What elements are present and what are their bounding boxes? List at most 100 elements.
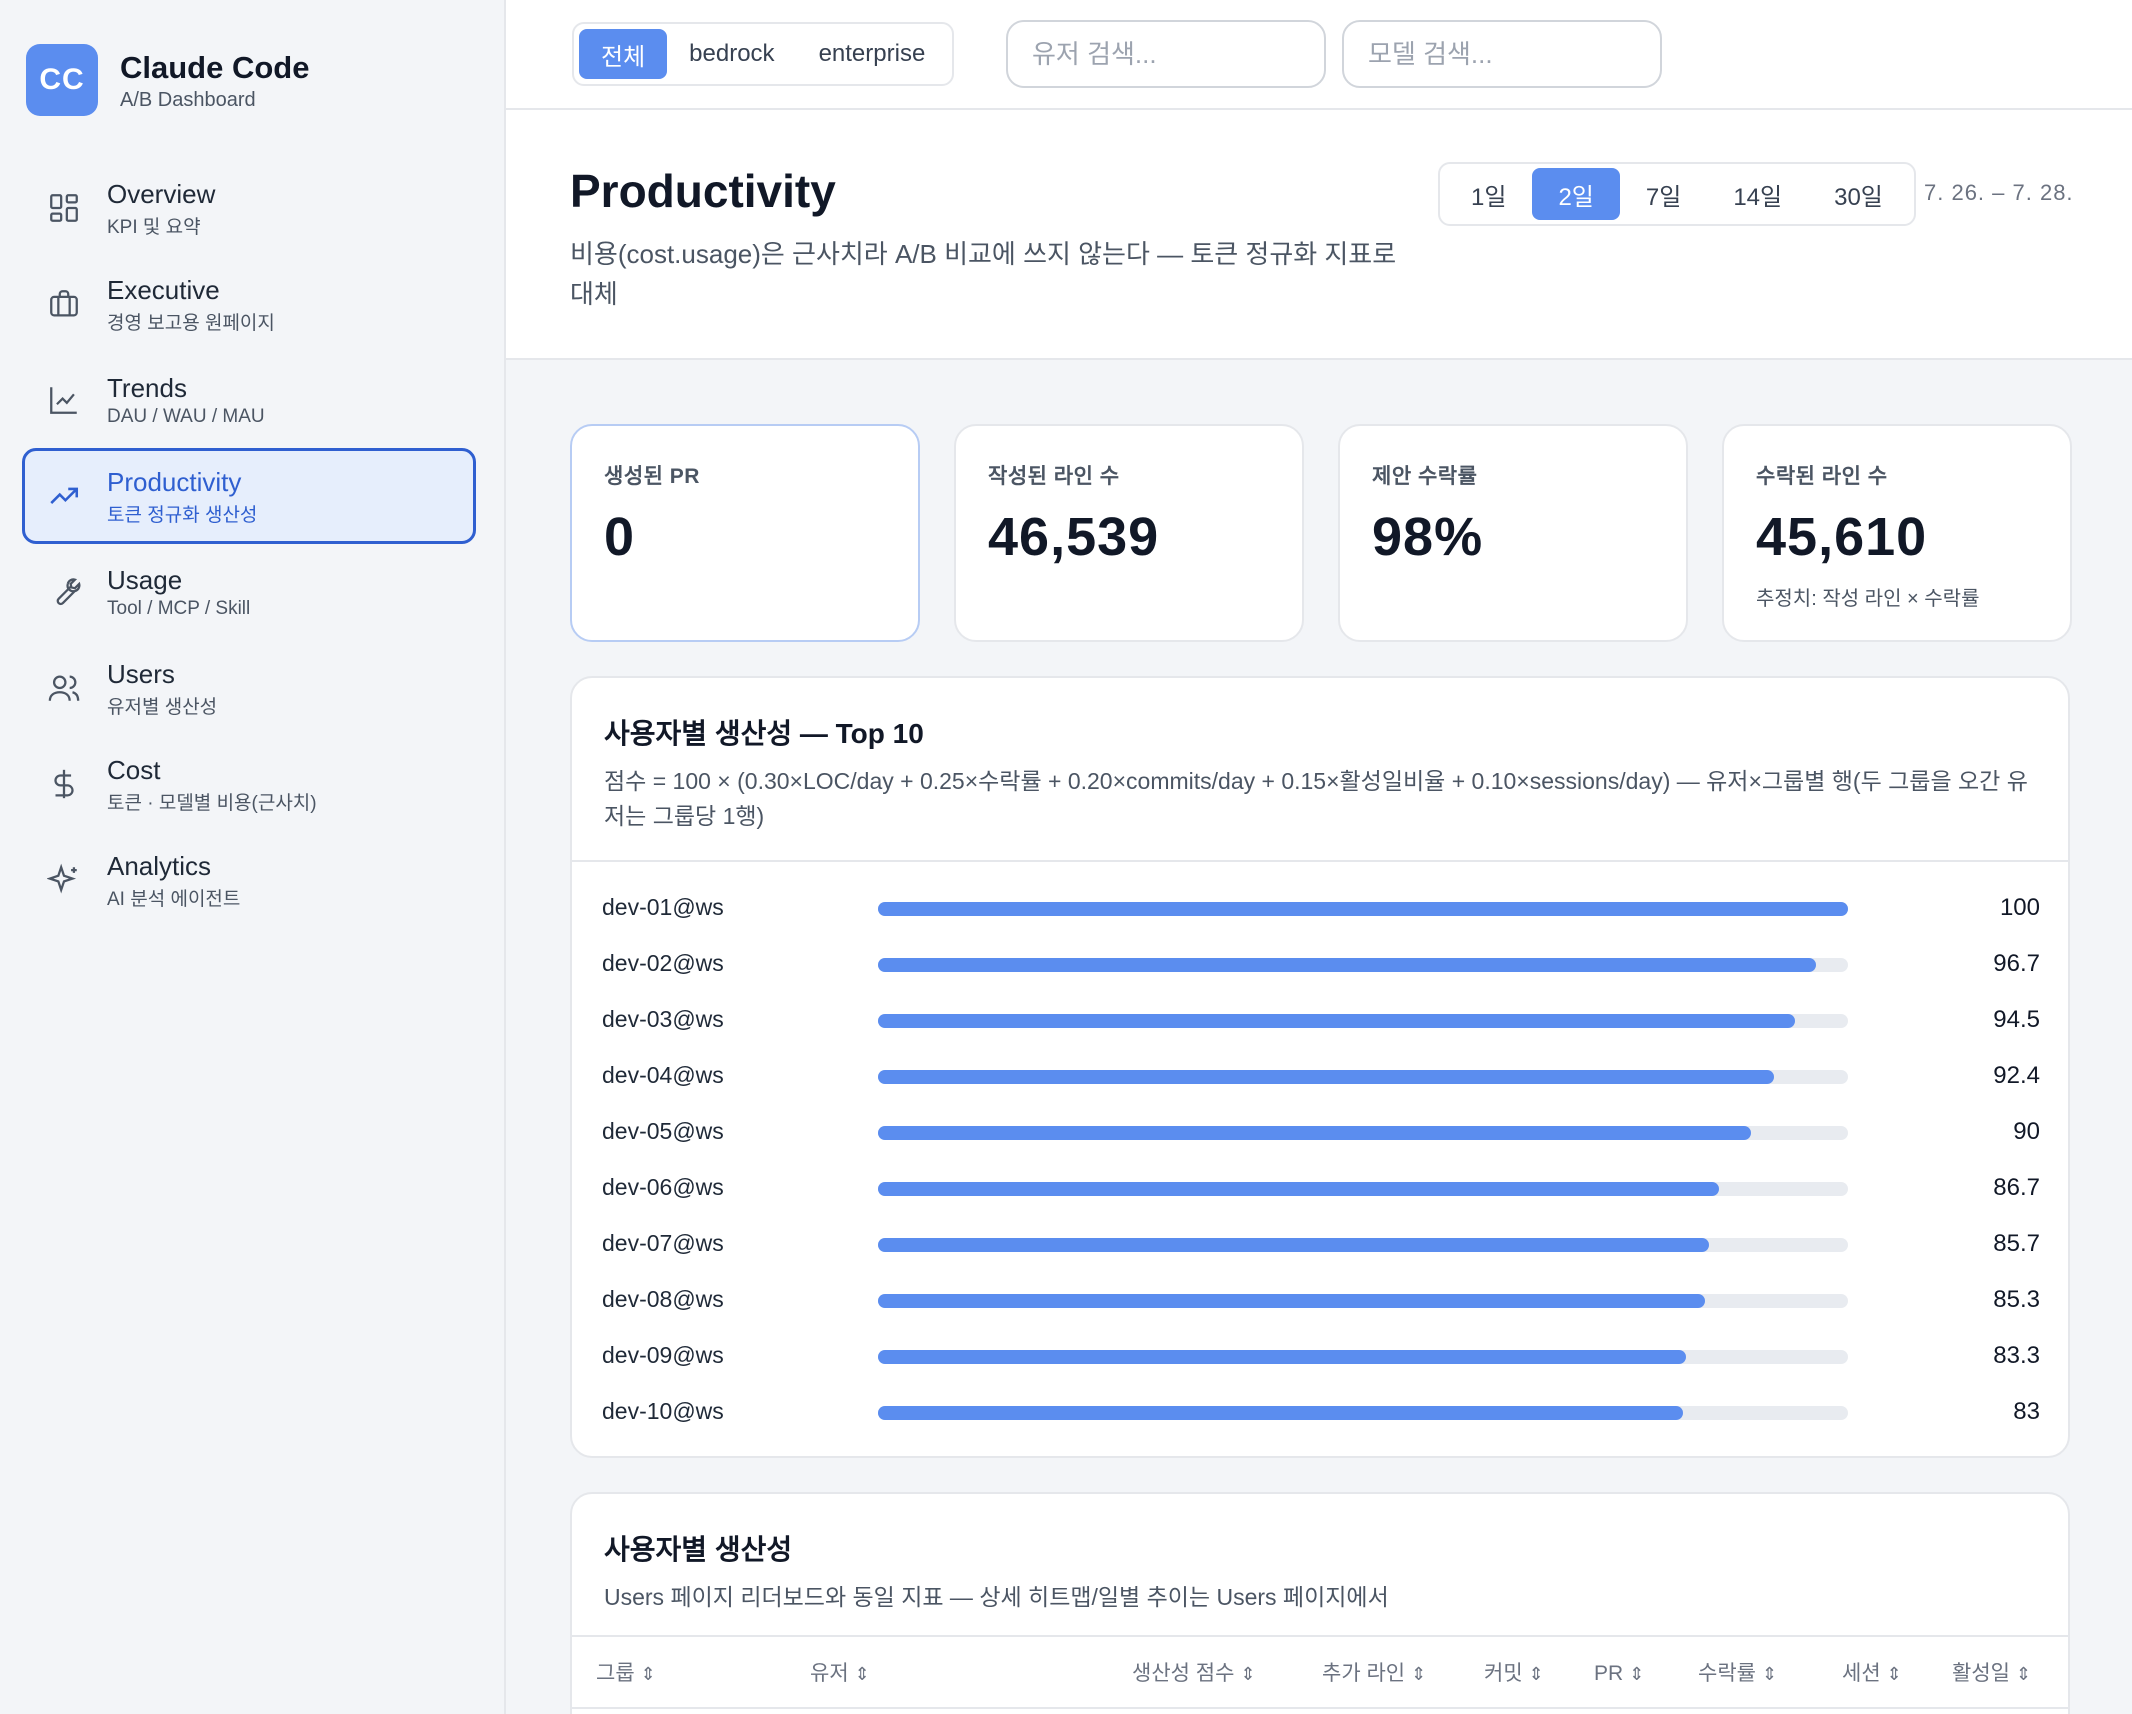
top10-user: dev-01@ws bbox=[602, 894, 724, 920]
range-7d[interactable]: 7일 bbox=[1620, 168, 1707, 220]
grid-icon bbox=[50, 194, 78, 222]
sort-icon: ⇕ bbox=[2015, 1664, 2032, 1684]
sidebar-item-analytics[interactable]: Analytics AI 분석 에이전트 bbox=[22, 832, 476, 928]
sidebar-item-desc: DAU / WAU / MAU bbox=[107, 406, 265, 427]
sidebar-item-cost[interactable]: Cost 토큰 · 모델별 비용(근사치) bbox=[22, 736, 476, 832]
date-range-selector: 1일 2일 7일 14일 30일 bbox=[1438, 162, 1916, 226]
column-header-label: 생산성 점수 bbox=[1132, 1662, 1235, 1685]
sidebar-item-desc: 경영 보고용 원페이지 bbox=[107, 312, 275, 334]
sidebar-item-label: Users bbox=[107, 658, 175, 689]
group-filter-enterprise[interactable]: enterprise bbox=[797, 29, 948, 79]
column-header-label: PR bbox=[1594, 1662, 1624, 1685]
top10-score: 90 bbox=[2013, 1118, 2040, 1145]
top10-score: 92.4 bbox=[1993, 1062, 2040, 1089]
sidebar-item-label: Executive bbox=[107, 274, 220, 305]
top10-user: dev-03@ws bbox=[602, 1006, 724, 1032]
table-title: 사용자별 생산성 bbox=[604, 1534, 793, 1565]
sidebar-item-usage[interactable]: Usage Tool / MCP / Skill bbox=[22, 544, 476, 640]
range-14d[interactable]: 14일 bbox=[1707, 168, 1808, 220]
top10-row: dev-02@ws 96.7 bbox=[572, 936, 2068, 992]
sidebar-item-label: Analytics bbox=[107, 850, 212, 881]
sidebar-item-productivity[interactable]: Productivity 토큰 정규화 생산성 bbox=[22, 448, 476, 544]
top10-score: 96.7 bbox=[1993, 950, 2040, 977]
column-header[interactable]: 활성일 ⇕ bbox=[1952, 1637, 2031, 1711]
top10-bar bbox=[878, 1406, 1684, 1420]
sort-icon: ⇕ bbox=[1240, 1664, 1256, 1684]
column-header[interactable]: PR ⇕ bbox=[1594, 1637, 1644, 1711]
range-2d[interactable]: 2일 bbox=[1532, 168, 1620, 220]
sidebar-nav: Overview KPI 및 요약 Executive 경영 보고용 원페이지 Tr… bbox=[22, 160, 476, 928]
briefcase-icon bbox=[50, 290, 78, 317]
page-description: 비용(cost.usage)은 근사치라 A/B 비교에 쓰지 않는다 — 토큰… bbox=[570, 239, 1397, 309]
kpi-card-lines-written[interactable]: 작성된 라인 수 46,539 bbox=[954, 424, 1304, 642]
column-header-label: 추가 라인 bbox=[1322, 1662, 1406, 1685]
page-header: Productivity 비용(cost.usage)은 근사치라 A/B 비교… bbox=[506, 110, 2132, 360]
top10-bar bbox=[878, 1182, 1719, 1196]
top10-bar-track bbox=[878, 902, 1848, 916]
sort-icon: ⇕ bbox=[854, 1664, 870, 1684]
kpi-card-prs[interactable]: 생성된 PR 0 bbox=[570, 424, 920, 642]
top10-title: 사용자별 생산성 — Top 10 bbox=[604, 718, 924, 749]
kpi-label: 생성된 PR bbox=[604, 465, 700, 488]
sidebar-item-desc: 토큰 정규화 생산성 bbox=[107, 504, 258, 526]
top10-description: 점수 = 100 × (0.30×LOC/day + 0.25×수락률 + 0.… bbox=[604, 768, 2028, 829]
range-30d[interactable]: 30일 bbox=[1808, 168, 1909, 220]
model-search-input[interactable] bbox=[1342, 20, 1662, 88]
column-header-label: 세션 bbox=[1842, 1662, 1881, 1685]
kpi-value: 0 bbox=[604, 507, 636, 567]
brand-logo: CC bbox=[26, 44, 98, 116]
top10-bar bbox=[878, 902, 1848, 916]
filter-bar: 전체 bedrock enterprise bbox=[506, 0, 2132, 110]
sidebar-item-users[interactable]: Users 유저별 생산성 bbox=[22, 640, 476, 736]
top10-user: dev-10@ws bbox=[602, 1398, 724, 1424]
column-header[interactable]: 그룹 ⇕ bbox=[596, 1637, 656, 1711]
kpi-card-lines-accepted[interactable]: 수락된 라인 수 45,610 추정치: 작성 라인 × 수락률 bbox=[1722, 424, 2072, 642]
kpi-value: 45,610 bbox=[1756, 507, 1928, 567]
kpi-value: 46,539 bbox=[988, 507, 1160, 567]
sidebar-item-label: Overview bbox=[107, 178, 216, 209]
group-filter-all[interactable]: 전체 bbox=[579, 29, 668, 79]
column-header-label: 커밋 bbox=[1484, 1662, 1523, 1685]
top10-row: dev-09@ws 83.3 bbox=[572, 1328, 2068, 1384]
sidebar-item-desc: AI 분석 에이전트 bbox=[107, 888, 241, 910]
line-chart-icon bbox=[50, 387, 77, 414]
brand[interactable]: CC Claude Code A/B Dashboard bbox=[26, 44, 309, 116]
sidebar-item-label: Productivity bbox=[107, 466, 242, 497]
wrench-icon bbox=[56, 578, 81, 606]
sidebar-item-desc: 유저별 생산성 bbox=[107, 696, 218, 718]
sort-icon: ⇕ bbox=[1761, 1664, 1778, 1684]
sidebar-item-executive[interactable]: Executive 경영 보고용 원페이지 bbox=[22, 256, 476, 352]
column-header[interactable]: 커밋 ⇕ bbox=[1484, 1637, 1544, 1711]
column-header[interactable]: 유저 ⇕ bbox=[810, 1637, 870, 1711]
sort-icon: ⇕ bbox=[1411, 1664, 1427, 1684]
top10-score: 85.3 bbox=[1993, 1286, 2040, 1313]
top10-bar bbox=[878, 1350, 1686, 1364]
kpi-label: 제안 수락률 bbox=[1372, 465, 1478, 488]
sidebar-item-trends[interactable]: Trends DAU / WAU / MAU bbox=[22, 352, 476, 448]
productivity-table-card: 사용자별 생산성 Users 페이지 리더보드와 동일 지표 — 상세 히트맵/… bbox=[570, 1492, 2070, 1714]
kpi-card-acceptance-rate[interactable]: 제안 수락률 98% bbox=[1338, 424, 1688, 642]
column-header[interactable]: 수락률 ⇕ bbox=[1698, 1637, 1777, 1711]
column-header[interactable]: 생산성 점수 ⇕ bbox=[1132, 1637, 1256, 1711]
column-header-label: 그룹 bbox=[596, 1662, 635, 1685]
top10-user: dev-08@ws bbox=[602, 1286, 724, 1312]
user-search-input[interactable] bbox=[1006, 20, 1326, 88]
sidebar: CC Claude Code A/B Dashboard Overview KPI… bbox=[0, 0, 506, 1714]
brand-subtitle: A/B Dashboard bbox=[120, 88, 256, 111]
top10-row: dev-07@ws 85.7 bbox=[572, 1216, 2068, 1272]
sparkles-icon bbox=[47, 863, 77, 894]
top10-bar-track bbox=[878, 1406, 1848, 1420]
group-filter-bedrock[interactable]: bedrock bbox=[667, 29, 796, 79]
kpi-note: 추정치: 작성 라인 × 수락률 bbox=[1756, 588, 1980, 610]
column-header[interactable]: 세션 ⇕ bbox=[1842, 1637, 1902, 1711]
dollar-icon bbox=[54, 769, 74, 799]
kpi-label: 작성된 라인 수 bbox=[988, 465, 1120, 488]
sidebar-item-overview[interactable]: Overview KPI 및 요약 bbox=[22, 160, 476, 256]
table-description: Users 페이지 리더보드와 동일 지표 — 상세 히트맵/일별 추이는 Us… bbox=[604, 1584, 1389, 1610]
column-header-label: 유저 bbox=[810, 1662, 849, 1685]
table-header: 그룹 ⇕ 유저 ⇕ 생산성 점수 ⇕ 추가 라인 ⇕ 커밋 ⇕ PR ⇕ 수락률 ⇕ 세션 ⇕ 활성일 ⇕ bbox=[572, 1635, 2068, 1709]
range-1d[interactable]: 1일 bbox=[1445, 168, 1532, 220]
top10-row: dev-10@ws 83 bbox=[572, 1384, 2068, 1440]
column-header[interactable]: 추가 라인 ⇕ bbox=[1322, 1637, 1426, 1711]
top10-row: dev-06@ws 86.7 bbox=[572, 1160, 2068, 1216]
